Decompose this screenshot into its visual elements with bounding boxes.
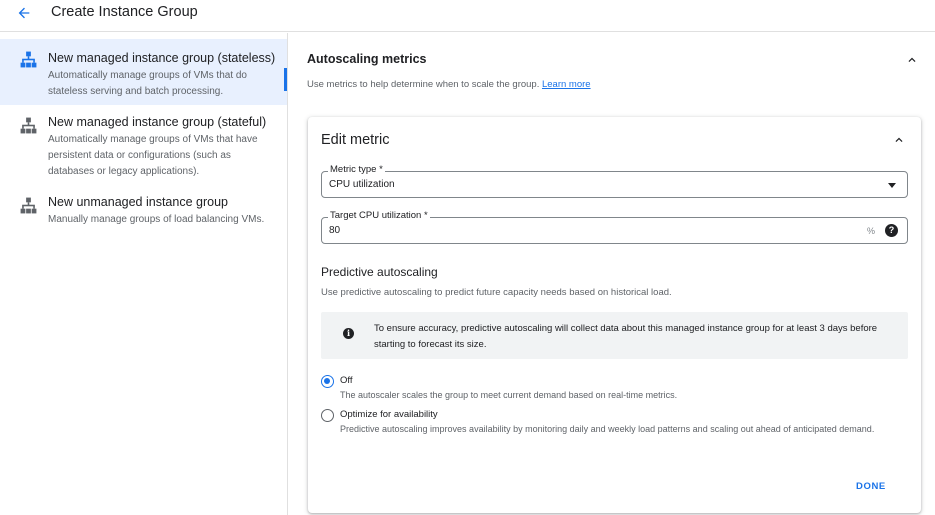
sidebar-item-description: Automatically manage groups of VMs that … bbox=[48, 134, 258, 177]
target-cpu-label: Target CPU utilization * bbox=[328, 210, 430, 221]
info-icon: i bbox=[343, 328, 354, 339]
instance-group-icon bbox=[20, 51, 37, 68]
active-indicator bbox=[284, 68, 287, 91]
sidebar-item-title: New unmanaged instance group bbox=[48, 195, 228, 209]
section-title: Autoscaling metrics bbox=[307, 52, 427, 66]
metric-type-label: Metric type * bbox=[328, 164, 385, 175]
sidebar-item-stateless[interactable]: New managed instance group (stateless) A… bbox=[0, 39, 287, 105]
sidebar-item-description: Manually manage groups of load balancing… bbox=[48, 214, 265, 225]
learn-more-link[interactable]: Learn more bbox=[542, 79, 591, 90]
chevron-up-icon[interactable] bbox=[904, 53, 920, 67]
page-title: Create Instance Group bbox=[51, 4, 198, 20]
arrow-back-icon bbox=[18, 7, 30, 19]
help-icon[interactable]: ? bbox=[885, 224, 898, 237]
target-cpu-value[interactable]: 80 bbox=[329, 225, 340, 236]
dropdown-arrow-icon[interactable] bbox=[888, 183, 896, 188]
chevron-up-icon[interactable] bbox=[891, 133, 907, 147]
info-text: To ensure accuracy, predictive autoscali… bbox=[374, 323, 878, 350]
card-title: Edit metric bbox=[321, 132, 390, 148]
radio-off[interactable] bbox=[321, 375, 334, 388]
sidebar-item-title: New managed instance group (stateless) bbox=[48, 51, 276, 65]
metric-type-select[interactable]: Metric type * CPU utilization bbox=[321, 164, 908, 198]
radio-option-optimize[interactable]: Optimize for availability Predictive aut… bbox=[321, 409, 908, 451]
sidebar-item-description: Automatically manage groups of VMs that … bbox=[48, 70, 247, 97]
target-cpu-field[interactable]: Target CPU utilization * 80 % ? bbox=[321, 210, 908, 244]
sidebar-item-unmanaged[interactable]: New unmanaged instance group Manually ma… bbox=[0, 189, 287, 245]
radio-optimize[interactable] bbox=[321, 409, 334, 422]
metric-type-value: CPU utilization bbox=[329, 179, 395, 190]
sidebar-item-title: New managed instance group (stateful) bbox=[48, 115, 267, 129]
radio-optimize-label: Optimize for availability bbox=[340, 409, 438, 420]
percent-suffix: % bbox=[866, 226, 875, 236]
predictive-title: Predictive autoscaling bbox=[321, 265, 438, 279]
instance-group-icon bbox=[20, 197, 37, 214]
sidebar: New managed instance group (stateless) A… bbox=[0, 33, 288, 515]
back-button[interactable] bbox=[12, 3, 36, 23]
info-box: i To ensure accuracy, predictive autosca… bbox=[321, 312, 908, 359]
section-description-text: Use metrics to help determine when to sc… bbox=[307, 79, 540, 90]
radio-off-label: Off bbox=[340, 375, 353, 386]
radio-optimize-description: Predictive autoscaling improves availabi… bbox=[340, 424, 875, 434]
radio-option-off[interactable]: Off The autoscaler scales the group to m… bbox=[321, 375, 908, 403]
instance-group-icon bbox=[20, 117, 37, 134]
edit-metric-card: Edit metric Metric type * CPU utilizatio… bbox=[308, 117, 921, 513]
predictive-description: Use predictive autoscaling to predict fu… bbox=[321, 287, 672, 298]
radio-off-description: The autoscaler scales the group to meet … bbox=[340, 390, 678, 400]
section-description: Use metrics to help determine when to sc… bbox=[307, 79, 591, 90]
top-bar: Create Instance Group bbox=[0, 0, 935, 32]
done-button[interactable]: DONE bbox=[856, 481, 886, 492]
main-panel: Autoscaling metrics Use metrics to help … bbox=[289, 33, 935, 515]
sidebar-item-stateful[interactable]: New managed instance group (stateful) Au… bbox=[0, 109, 287, 185]
